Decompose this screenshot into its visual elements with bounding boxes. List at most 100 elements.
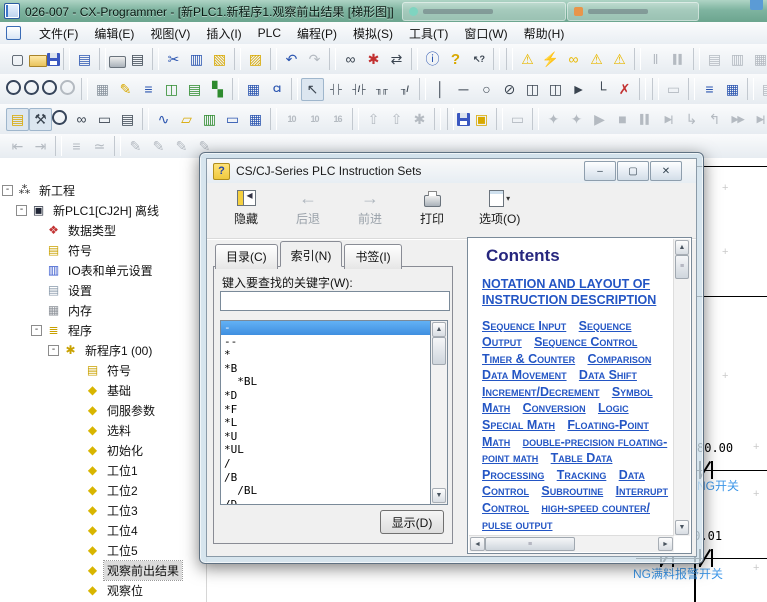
scroll-up-icon[interactable]: ▲ [432, 322, 446, 337]
scroll-down-icon[interactable]: ▼ [675, 520, 689, 535]
tree-expander-icon[interactable] [70, 445, 81, 456]
contents-link[interactable]: Subroutine [541, 484, 603, 498]
force-cancel-button[interactable]: ✱ [408, 108, 431, 131]
show-rung-button[interactable]: ▤ [183, 78, 206, 101]
cross-reference-button[interactable]: ∞ [70, 108, 93, 131]
tree-item[interactable]: - ▣ 新PLC1[CJ2H] 离线 [0, 200, 206, 220]
menu-item[interactable]: 编程(P) [289, 22, 345, 45]
grid-toggle-button[interactable]: ▦ [91, 78, 114, 101]
index-list-item[interactable]: *B [221, 362, 431, 376]
hex-button[interactable]: 16 [326, 108, 349, 131]
tree-expander-icon[interactable] [70, 545, 81, 556]
tree-expander-icon[interactable] [31, 305, 42, 316]
contents-link[interactable]: Conversion [523, 401, 586, 415]
menu-item[interactable]: 模拟(S) [345, 22, 401, 45]
closed-instruction-button[interactable]: ◫ [544, 78, 567, 101]
tree-expander-icon[interactable] [70, 525, 81, 536]
index-list-item[interactable]: *U [221, 430, 431, 444]
pause-monitoring-button[interactable]: ‖ [644, 48, 667, 71]
transfer-to-plc-button[interactable]: ⚠ [585, 48, 608, 71]
step-out-button[interactable]: ↰ [703, 108, 726, 131]
horizontal-line-button[interactable]: ─ [452, 78, 475, 101]
tree-expander-icon[interactable] [31, 245, 42, 256]
decimal-button[interactable]: 10 [280, 108, 303, 131]
display-button[interactable]: 显示(D) [380, 510, 444, 534]
tree-expander-icon[interactable] [70, 365, 81, 376]
line-corner-button[interactable]: └ [590, 78, 613, 101]
delete-line-button[interactable]: ✗ [613, 78, 636, 101]
index-list-item[interactable]: * [221, 348, 431, 362]
step-run-button[interactable]: ▶| [657, 108, 680, 131]
coil-button[interactable]: ○ [475, 78, 498, 101]
monitor-find-button[interactable]: ∞ [562, 48, 585, 71]
build-window-button[interactable]: ⚒ [29, 108, 52, 131]
set-breakpoint-button[interactable]: ✦ [542, 108, 565, 131]
scan-run-button[interactable]: ▶| [749, 108, 767, 131]
watch-window-button[interactable] [52, 110, 67, 125]
tree-expander-icon[interactable] [31, 285, 42, 296]
diff-down-button[interactable]: ✎ [170, 136, 193, 156]
print-button-dialog[interactable]: 打印 [417, 188, 447, 227]
continuous-step-button[interactable]: ▶▶ [726, 108, 749, 131]
paste-special-button[interactable]: ▨ [244, 48, 267, 71]
contents-link[interactable]: Tracking [557, 468, 607, 482]
back-reference-button[interactable]: ⇥ [29, 136, 52, 156]
contents-vertical-scrollbar[interactable]: ▲ ≡ ▼ [673, 239, 690, 536]
pause-program-button[interactable]: ▌▌ [634, 108, 657, 131]
back-button[interactable]: ← 后退 [293, 188, 323, 227]
menu-item[interactable]: 工具(T) [401, 22, 456, 45]
download-button[interactable]: ▥ [726, 48, 749, 71]
clear-breakpoint-button[interactable]: ✦ [565, 108, 588, 131]
context-help-button[interactable]: ↖? [467, 48, 490, 71]
zoom-custom-button[interactable] [6, 80, 21, 95]
tree-expander-icon[interactable]: - [48, 345, 59, 356]
tree-expander-icon[interactable] [70, 405, 81, 416]
index-list-item[interactable]: *L [221, 416, 431, 430]
io-table-button[interactable]: ▥ [198, 108, 221, 131]
undo-button[interactable]: ↶ [280, 48, 303, 71]
change-model-button[interactable]: ▭ [506, 108, 529, 131]
ladder-monitor-button[interactable]: ◫ [160, 78, 183, 101]
minimize-button[interactable]: – [584, 161, 616, 181]
menu-item[interactable]: 编辑(E) [86, 22, 142, 45]
local-symbols-button[interactable]: ▭ [93, 108, 116, 131]
options-button[interactable]: ▾ 选项(O) [479, 188, 520, 227]
online-edit-button[interactable]: ⚠ [608, 48, 631, 71]
tree-item[interactable]: ▤ 设置 [0, 280, 206, 300]
contents-link[interactable]: Logic [598, 401, 629, 415]
index-list-item[interactable]: - [221, 321, 431, 335]
copy-button[interactable]: ▥ [185, 48, 208, 71]
closed-coil-button[interactable]: ⊘ [498, 78, 521, 101]
tree-expander-icon[interactable]: - [16, 205, 27, 216]
work-online-button[interactable]: ⚠ [516, 48, 539, 71]
rung-tree-button[interactable]: ▚ [206, 78, 229, 101]
compile-check-button[interactable]: ▤ [73, 48, 96, 71]
tree-item[interactable]: - ≣ 程序 [0, 320, 206, 340]
tree-expander-icon[interactable] [70, 585, 81, 596]
contents-link[interactable]: Timer & Counter [482, 352, 575, 366]
close-button[interactable]: ✕ [650, 161, 682, 181]
help-tab[interactable]: 书签(I) [344, 244, 401, 269]
scroll-left-icon[interactable]: ◄ [470, 537, 485, 551]
monitor-layers-button[interactable]: ≡ [698, 78, 721, 101]
listbox-scrollbar[interactable]: ▲ ▼ [430, 320, 448, 505]
tree-expander-icon[interactable] [70, 505, 81, 516]
print-button[interactable] [109, 56, 126, 68]
rung-comment-button[interactable]: ≡ [137, 78, 160, 101]
replace-button[interactable]: ✱ [362, 48, 385, 71]
force-on-button[interactable]: ⇧ [362, 108, 385, 131]
maximize-button[interactable]: ▢ [617, 161, 649, 181]
paste-button[interactable]: ▧ [208, 48, 231, 71]
upload-button[interactable]: ▤ [703, 48, 726, 71]
scroll-up-icon[interactable]: ▲ [675, 240, 689, 255]
tree-expander-icon[interactable] [70, 385, 81, 396]
zoom-in-button[interactable] [42, 80, 57, 95]
symbol-table-button[interactable]: ▦ [242, 78, 265, 101]
tree-item[interactable]: ◆ 观察前出结果 [0, 560, 206, 580]
new-file-button[interactable]: ▢ [6, 48, 29, 71]
contents-link[interactable]: NOTATION AND LAYOUT OF INSTRUCTION DESCR… [482, 276, 661, 309]
contents-link[interactable]: Data Movement [482, 368, 567, 382]
properties-window-button[interactable]: ▤ [6, 108, 29, 131]
stop-button[interactable]: ■ [611, 108, 634, 131]
tree-item[interactable]: ◆ 选料 [0, 420, 206, 440]
